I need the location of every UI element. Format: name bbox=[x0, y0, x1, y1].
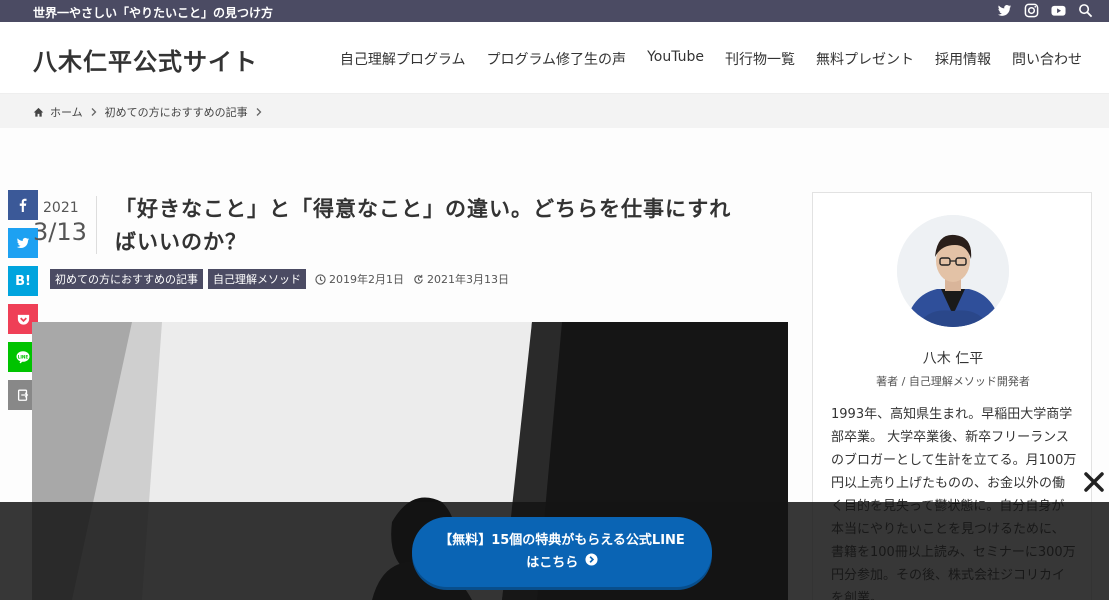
social-icons bbox=[997, 3, 1093, 18]
category-tag[interactable]: 初めての方におすすめの記事 bbox=[50, 269, 203, 289]
line-cta-banner: 【無料】15個の特典がもらえる公式LINE はこちら bbox=[0, 502, 1109, 600]
site-header: 八木仁平公式サイト 自己理解プログラム プログラム修了生の声 YouTube 刊… bbox=[0, 22, 1109, 94]
author-avatar bbox=[897, 215, 1009, 327]
youtube-icon[interactable] bbox=[1051, 3, 1066, 18]
home-icon[interactable] bbox=[33, 107, 44, 118]
nav-item-publications[interactable]: 刊行物一覧 bbox=[725, 49, 795, 69]
instagram-icon[interactable] bbox=[1024, 3, 1039, 18]
site-tagline: 世界一やさしい「やりたいこと」の見つけ方 bbox=[33, 6, 274, 20]
hatena-bookmark-icon[interactable]: B! bbox=[8, 266, 38, 296]
published-date: 2019年2月1日 bbox=[315, 271, 404, 287]
breadcrumb-home[interactable]: ホーム bbox=[50, 104, 83, 120]
post-date: 2021 3/13 bbox=[33, 200, 93, 246]
site-title[interactable]: 八木仁平公式サイト bbox=[33, 42, 258, 77]
post-title-line2: ばいいのか？ bbox=[115, 230, 247, 254]
chevron-right-icon bbox=[89, 107, 99, 117]
line-cta-button[interactable]: 【無料】15個の特典がもらえる公式LINE はこちら bbox=[412, 517, 712, 587]
clock-icon bbox=[315, 273, 326, 285]
cta-line2: はこちら bbox=[526, 555, 579, 571]
svg-text:LINE: LINE bbox=[18, 354, 29, 359]
updated-date: 2021年3月13日 bbox=[413, 271, 509, 287]
author-role: 著者 / 自己理解メソッド開発者 bbox=[876, 375, 1030, 388]
nav-item-testimonials[interactable]: プログラム修了生の声 bbox=[486, 49, 626, 69]
breadcrumb: ホーム 初めての方におすすめの記事 bbox=[0, 94, 1109, 128]
post-meta: 初めての方におすすめの記事 自己理解メソッド 2019年2月1日 2021年3月… bbox=[50, 269, 509, 289]
cta-line1: 【無料】15個の特典がもらえる公式LINE bbox=[439, 533, 685, 548]
chevron-right-icon bbox=[254, 107, 264, 117]
nav-item-youtube[interactable]: YouTube bbox=[647, 49, 704, 69]
nav-item-contact[interactable]: 問い合わせ bbox=[1012, 49, 1082, 69]
search-icon[interactable] bbox=[1078, 3, 1093, 18]
nav-item-free-gift[interactable]: 無料プレゼント bbox=[816, 49, 914, 69]
nav-item-recruit[interactable]: 採用情報 bbox=[935, 49, 991, 69]
close-icon[interactable] bbox=[1082, 470, 1106, 494]
refresh-icon bbox=[414, 274, 423, 284]
top-bar: 世界一やさしい「やりたいこと」の見つけ方 bbox=[0, 0, 1109, 22]
breadcrumb-category[interactable]: 初めての方におすすめの記事 bbox=[105, 104, 248, 120]
post-title-line1: 「好きなこと」と「得意なこと」の違い。どちらを仕事にすれ bbox=[115, 197, 732, 221]
arrow-circle-icon bbox=[585, 552, 598, 574]
post-year: 2021 bbox=[43, 200, 79, 216]
published-date-text: 2019年2月1日 bbox=[329, 273, 404, 286]
main-nav: 自己理解プログラム プログラム修了生の声 YouTube 刊行物一覧 無料プレゼ… bbox=[340, 49, 1082, 69]
category-tag[interactable]: 自己理解メソッド bbox=[208, 269, 306, 289]
updated-date-text: 2021年3月13日 bbox=[427, 273, 509, 286]
twitter-icon[interactable] bbox=[997, 3, 1012, 18]
date-divider bbox=[96, 196, 97, 254]
post-title: 「好きなこと」と「得意なこと」の違い。どちらを仕事にすれ ばいいのか？ bbox=[115, 193, 795, 259]
author-name: 八木 仁平 bbox=[922, 351, 984, 367]
nav-item-program[interactable]: 自己理解プログラム bbox=[340, 49, 466, 69]
post-month-day: 3/13 bbox=[33, 218, 87, 246]
